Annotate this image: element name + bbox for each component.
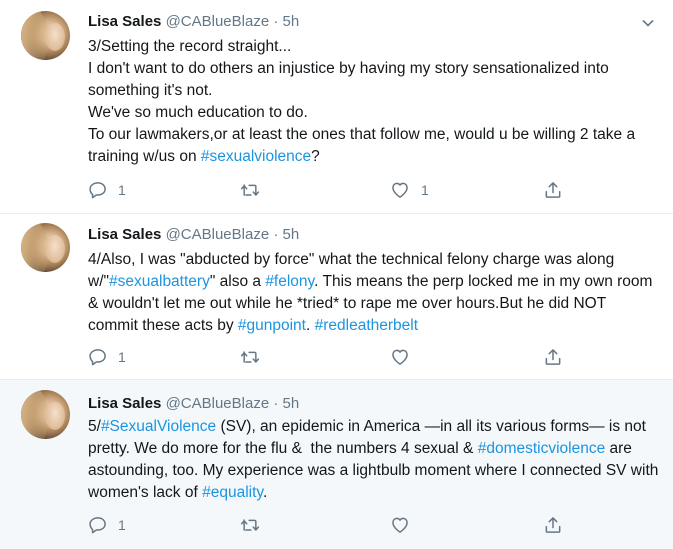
retweet-icon	[240, 184, 260, 196]
tweet-text-segment: .	[263, 484, 268, 501]
avatar[interactable]	[21, 390, 70, 439]
hashtag-link[interactable]: #SexualViolence	[101, 418, 216, 435]
heart-icon	[392, 517, 408, 533]
retweet-button[interactable]	[239, 180, 271, 200]
share-icon	[545, 182, 561, 198]
reply-icon	[89, 517, 106, 534]
hashtag-link[interactable]: #sexualviolence	[201, 148, 311, 165]
tweet-text-segment: 3/Setting the record straight... I don't…	[88, 38, 636, 165]
tweet-actions: 1	[88, 515, 568, 537]
reply-count: 1	[118, 517, 126, 533]
share-button[interactable]	[543, 180, 563, 200]
tweet-text-segment: 5/	[88, 418, 101, 435]
share-icon	[545, 517, 561, 533]
hashtag-link[interactable]: #domesticviolence	[478, 440, 606, 457]
tweet-text-segment: ?	[311, 148, 320, 165]
reply-icon	[89, 349, 106, 366]
retweet-button[interactable]	[239, 347, 271, 367]
tweet-header: Lisa Sales @CABlueBlaze · 5h	[88, 12, 299, 32]
reply-button[interactable]: 1	[88, 515, 126, 535]
retweet-icon	[240, 519, 260, 531]
tweet-text-segment: .	[305, 317, 315, 334]
tweet-header: Lisa Sales @CABlueBlaze · 5h	[88, 225, 299, 245]
author-name[interactable]: Lisa Sales	[88, 395, 161, 412]
reply-icon	[89, 182, 106, 199]
share-icon	[545, 349, 561, 365]
reply-button[interactable]: 1	[88, 180, 126, 200]
retweet-button[interactable]	[239, 515, 271, 535]
share-button[interactable]	[543, 347, 563, 367]
hashtag-link[interactable]: #redleatherbelt	[315, 317, 418, 334]
like-button[interactable]: 1	[389, 180, 429, 200]
tweet-3[interactable]: Lisa Sales @CABlueBlaze · 5h 5/#SexualVi…	[0, 380, 673, 549]
author-name[interactable]: Lisa Sales	[88, 13, 161, 30]
hashtag-link[interactable]: #sexualbattery	[109, 273, 210, 290]
author-handle-time[interactable]: @CABlueBlaze · 5h	[166, 226, 300, 243]
share-button[interactable]	[543, 515, 563, 535]
avatar[interactable]	[21, 11, 70, 60]
tweet-text-segment: " also a	[209, 273, 266, 290]
hashtag-link[interactable]: #gunpoint	[238, 317, 306, 334]
author-name[interactable]: Lisa Sales	[88, 226, 161, 243]
reply-count: 1	[118, 182, 126, 198]
reply-count: 1	[118, 349, 126, 365]
author-handle-time[interactable]: @CABlueBlaze · 5h	[166, 395, 300, 412]
reply-button[interactable]: 1	[88, 347, 126, 367]
tweet-text: 4/Also, I was "abducted by force" what t…	[88, 249, 660, 337]
tweet-actions: 1	[88, 347, 568, 369]
hashtag-link[interactable]: #equality	[202, 484, 263, 501]
like-count: 1	[421, 182, 429, 198]
hashtag-link[interactable]: #felony	[265, 273, 314, 290]
retweet-icon	[240, 351, 260, 363]
tweet-header: Lisa Sales @CABlueBlaze · 5h	[88, 394, 299, 414]
tweet-2[interactable]: Lisa Sales @CABlueBlaze · 5h 4/Also, I w…	[0, 214, 673, 380]
tweet-text: 3/Setting the record straight... I don't…	[88, 36, 660, 168]
like-button[interactable]	[389, 515, 421, 535]
tweet-1[interactable]: Lisa Sales @CABlueBlaze · 5h 3/Setting t…	[0, 0, 673, 214]
like-button[interactable]	[389, 347, 421, 367]
chevron-down-icon[interactable]	[642, 17, 654, 29]
tweet-text: 5/#SexualViolence (SV), an epidemic in A…	[88, 416, 660, 504]
avatar[interactable]	[21, 223, 70, 272]
author-handle-time[interactable]: @CABlueBlaze · 5h	[166, 13, 300, 30]
heart-icon	[392, 349, 408, 365]
heart-icon	[392, 182, 408, 198]
tweet-actions: 1 1	[88, 180, 568, 202]
